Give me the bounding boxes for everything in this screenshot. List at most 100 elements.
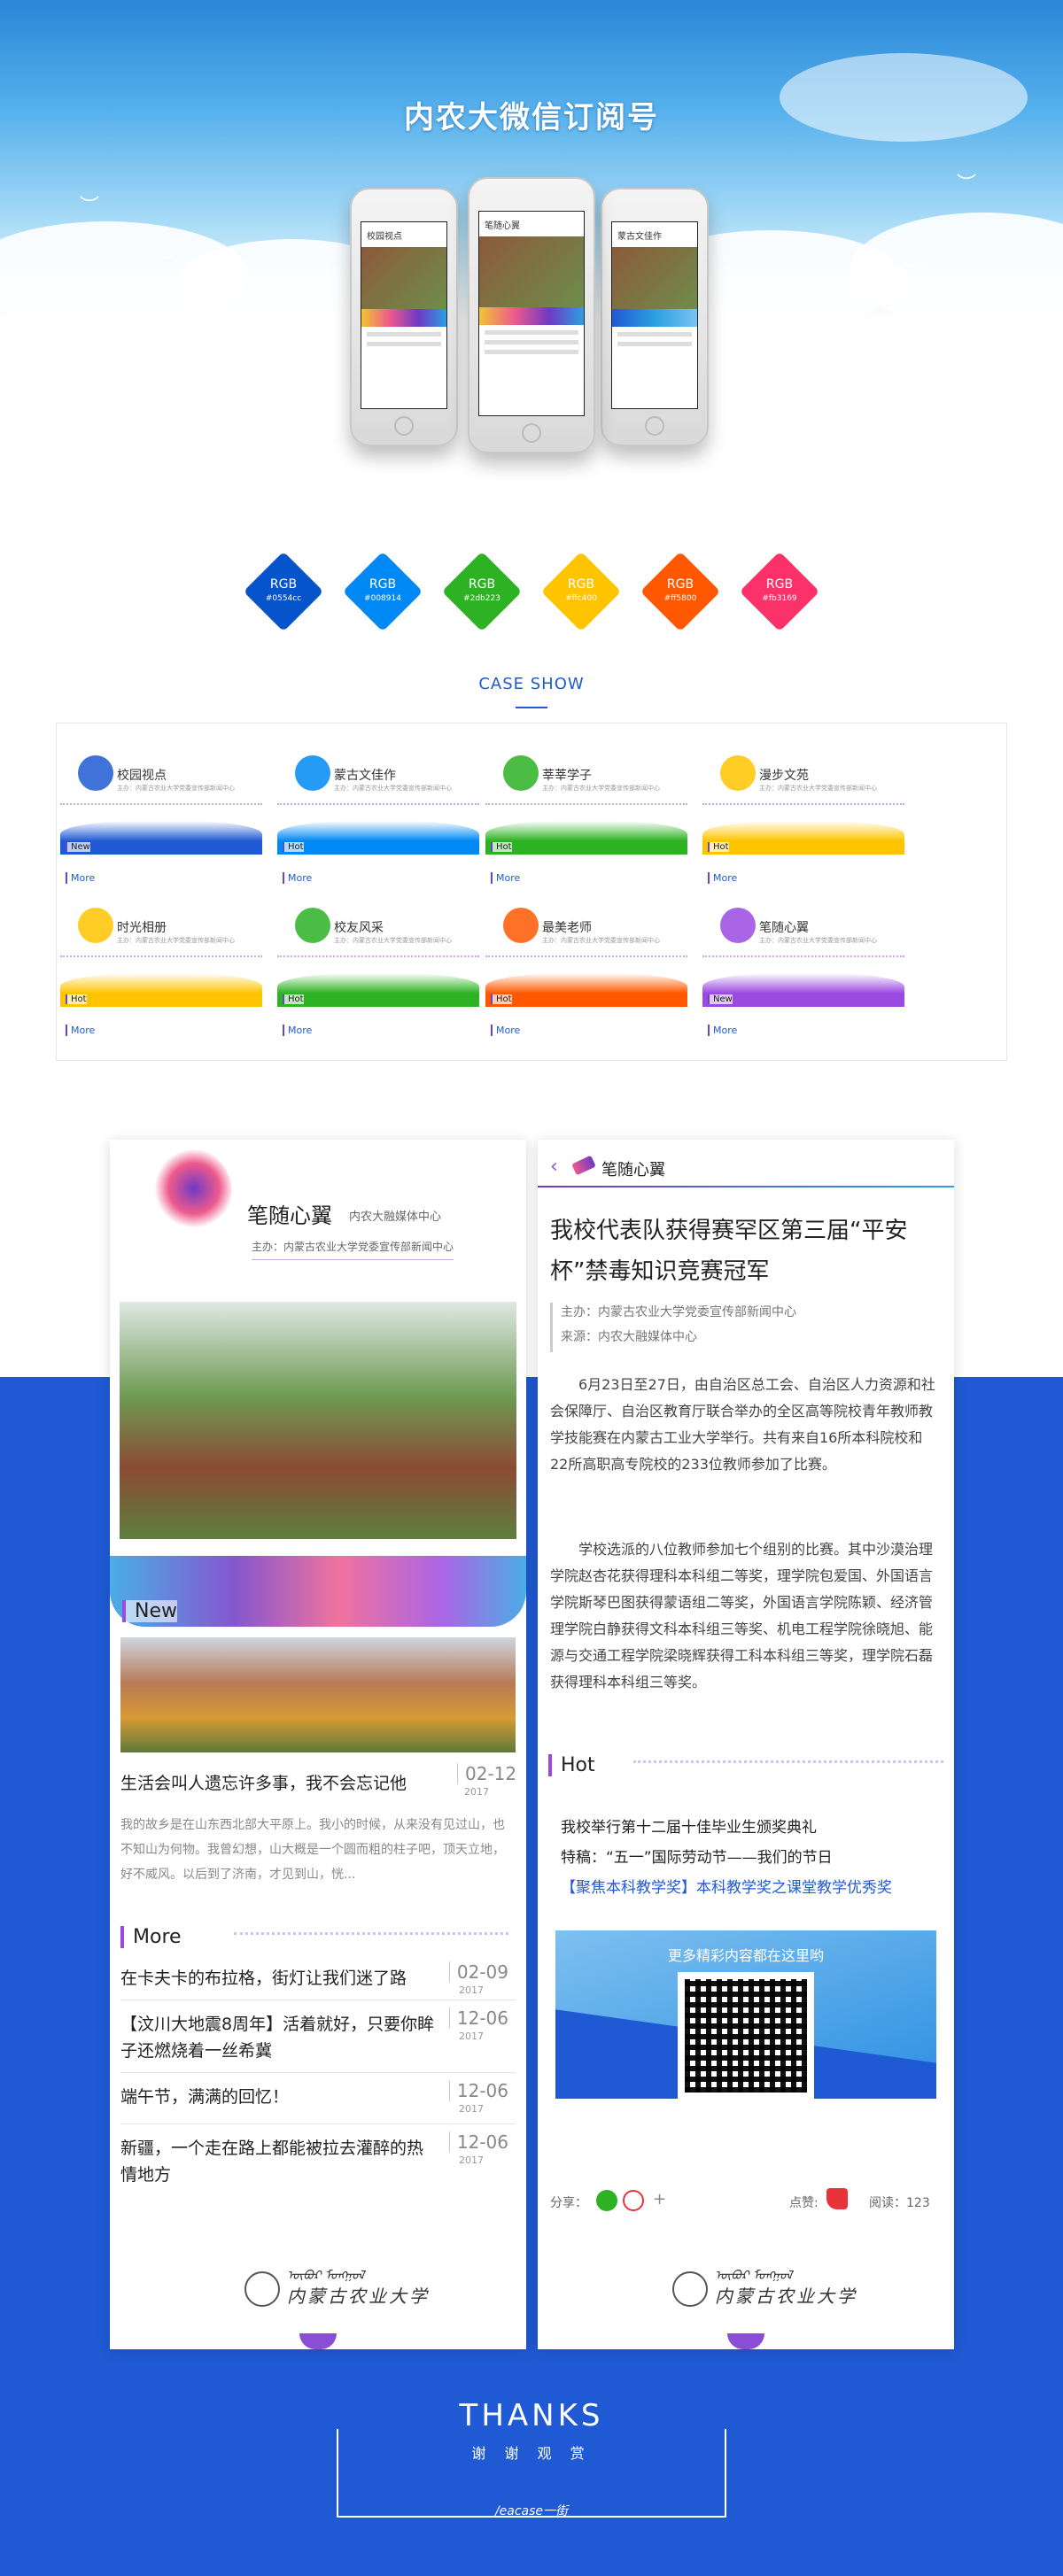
case-tag: Hot xyxy=(491,842,512,852)
case-more-link[interactable]: More xyxy=(491,872,520,884)
university-seal xyxy=(672,2271,708,2307)
phone-screen-title: 笔随心翼 xyxy=(485,221,520,231)
color-swatch-label: RGB #ff5800 xyxy=(640,577,720,603)
article-title: 我校代表队获得赛罕区第三届“平安杯”禁毒知识竞赛冠军 xyxy=(550,1218,908,1285)
list-item-title: 在卡夫卡的布拉格，街灯让我们迷了路 xyxy=(120,1969,407,1988)
add-share-icon[interactable]: + xyxy=(653,2190,666,2209)
weibo-icon[interactable] xyxy=(623,2190,644,2211)
case-art-band xyxy=(277,821,479,855)
case-card[interactable]: 最美老师 主办：内蒙古农业大学党委宣传部新闻中心 Hot More xyxy=(485,901,687,1042)
case-logo-icon xyxy=(503,908,539,943)
list-item[interactable]: 在卡夫卡的布拉格，街灯让我们迷了路 02-09 2017 xyxy=(120,1956,516,2000)
case-card[interactable]: 漫步文苑 主办：内蒙古农业大学党委宣传部新闻中心 Hot More xyxy=(702,748,904,890)
media-name: 内农大融媒体中心 xyxy=(349,1211,442,1224)
more-label[interactable]: More xyxy=(120,1926,182,1948)
list-item-date: 02-09 xyxy=(448,1961,508,1983)
case-logo-icon xyxy=(503,755,539,791)
share-label: 分享： xyxy=(550,2196,587,2210)
case-divider xyxy=(485,803,687,805)
case-more-link[interactable]: More xyxy=(66,1025,95,1036)
header-divider xyxy=(538,1186,954,1187)
bottom-ornament xyxy=(727,2333,764,2349)
case-card[interactable]: 校友风采 主办：内蒙古农业大学党委宣传部新闻中心 Hot More xyxy=(277,901,479,1042)
list-item[interactable]: 新疆，一个走在路上都能被拉去灌醉的热情地方 12-06 2017 xyxy=(120,2126,516,2197)
case-more-link[interactable]: More xyxy=(708,1025,737,1036)
case-host: 主办：内蒙古农业大学党委宣传部新闻中心 xyxy=(542,937,660,944)
case-card[interactable]: 校园视点 主办：内蒙古农业大学党委宣传部新闻中心 New More xyxy=(60,748,262,890)
color-swatch-label: RGB #ffc400 xyxy=(541,577,621,603)
bottom-ornament xyxy=(299,2333,337,2349)
case-host: 主办：内蒙古农业大学党委宣传部新闻中心 xyxy=(117,937,235,944)
thanks-subtitle: 谢 谢 观 赏 xyxy=(471,2445,592,2462)
hot-item[interactable]: 特稿：“五一”国际劳动节——我们的节日 xyxy=(561,1845,833,1867)
list-item-year: 2017 xyxy=(459,2154,484,2166)
case-art-band xyxy=(702,821,904,855)
case-card[interactable]: 蒙古文佳作主办：内蒙古农业大学党委宣传部新闻中心 Hot More xyxy=(277,748,479,890)
list-item-year: 2017 xyxy=(459,1984,484,1996)
color-swatch-label: RGB #fb3169 xyxy=(740,577,819,603)
bird-icon: ︶ xyxy=(155,253,175,275)
article-paragraph: 6月23日至27日，由自治区总工会、自治区人力资源和社会保障厅、自治区教育厅联合… xyxy=(550,1376,935,1473)
case-more-link[interactable]: More xyxy=(708,872,737,884)
list-item-year: 2017 xyxy=(459,2103,484,2115)
divider-wave xyxy=(633,1756,943,1763)
case-more-link[interactable]: More xyxy=(283,1025,312,1036)
footer-script: ᠦᠪᠦᠷ ᠮᠣᠩᠭᠣᠯ xyxy=(287,2269,365,2283)
case-card[interactable]: 莘莘学子 主办：内蒙古农业大学党委宣传部新闻中心 Hot More xyxy=(485,748,687,890)
footer-script: ᠦᠪᠦᠷ ᠮᠣᠩᠭᠣᠯ xyxy=(715,2269,793,2283)
case-more-link[interactable]: More xyxy=(66,872,95,884)
case-card[interactable]: 时光相册主办：内蒙古农业大学党委宣传部新闻中心 Hot More xyxy=(60,901,262,1042)
case-divider xyxy=(277,803,479,805)
divider-wave xyxy=(234,1928,508,1935)
read-count: 阅读：123 xyxy=(869,2196,930,2210)
case-divider xyxy=(702,955,904,957)
feature-title[interactable]: 生活会叫人遗忘许多事，我不会忘记他 xyxy=(120,1770,407,1794)
hero-title: 内农大微信订阅号 xyxy=(404,100,659,135)
back-icon[interactable]: ‹ xyxy=(550,1156,558,1178)
ink-splash-logo xyxy=(143,1137,245,1240)
hot-item[interactable]: 我校举行第十二届十佳毕业生颁奖典礼 xyxy=(561,1814,817,1837)
case-name: 校园视点 xyxy=(117,769,167,783)
case-logo-icon xyxy=(720,755,756,791)
case-card[interactable]: 笔随心翼 主办：内蒙古农业大学党委宣传部新闻中心 New More xyxy=(702,901,904,1042)
case-more-link[interactable]: More xyxy=(283,872,312,884)
swatch-rgb-label: RGB xyxy=(369,577,397,592)
article-paragraph: 学校选派的八位教师参加七个组别的比赛。其中沙漠治理学院赵杏花获得理科本科组二等奖… xyxy=(550,1541,934,1690)
case-logo-icon xyxy=(78,908,113,943)
wechat-icon[interactable] xyxy=(596,2190,617,2211)
swatch-rgb-label: RGB xyxy=(567,577,595,592)
article-source: 来源：内农大融媒体中心 xyxy=(561,1330,697,1344)
list-item[interactable]: 端午节，满满的回忆！ 12-06 2017 xyxy=(120,2075,516,2124)
case-show-grid: 校园视点 主办：内蒙古农业大学党委宣传部新闻中心 New More 蒙古文佳作 主办：内蒙… xyxy=(56,723,1007,1061)
case-tag: Hot xyxy=(66,994,87,1004)
campus-building-image xyxy=(120,1302,516,1539)
case-more-link[interactable]: More xyxy=(491,1025,520,1036)
case-tag: Hot xyxy=(283,842,304,852)
case-tag: Hot xyxy=(491,994,512,1004)
case-divider xyxy=(485,955,687,957)
feature-excerpt: 我的故乡是在山东西北部大平原上。我小的时候，从来没有见过山，也不知山为何物。我曾… xyxy=(120,1818,505,1882)
case-host: 主办：内蒙古农业大学党委宣传部新闻中心 xyxy=(334,785,452,792)
column-title: 笔随心翼 xyxy=(247,1203,332,1228)
swatch-hex: #fb3169 xyxy=(762,594,797,603)
hot-item[interactable]: 【聚焦本科教学奖】本科教学奖之课堂教学优秀奖 xyxy=(561,1875,892,1897)
swatch-rgb-label: RGB xyxy=(468,577,496,592)
column-logo-icon xyxy=(571,1155,596,1176)
phone-mockup-left: 校园视点 xyxy=(350,188,458,446)
phone-mockup-right: 蒙古文佳作 xyxy=(601,188,709,446)
list-item[interactable]: 【汶川大地震8周年】活着就好，只要你眸子还燃烧着一丝希冀 12-06 2017 xyxy=(120,2002,516,2073)
feature-year: 2017 xyxy=(464,1786,489,1798)
swatch-rgb-label: RGB xyxy=(666,577,694,592)
case-logo-icon xyxy=(78,755,113,791)
meta-bar xyxy=(550,1303,553,1352)
thumbs-up-icon[interactable] xyxy=(826,2188,848,2209)
thanks-title: THANKS xyxy=(459,2398,604,2433)
list-item-year: 2017 xyxy=(459,2031,484,2042)
feature-date: 02-12 xyxy=(457,1763,516,1784)
list-item-title: 【汶川大地震8周年】活着就好，只要你眸子还燃烧着一丝希冀 xyxy=(120,2015,435,2061)
case-name: 蒙古文佳作 xyxy=(334,769,396,783)
swatch-hex: #ff5800 xyxy=(663,594,697,603)
feature-image[interactable] xyxy=(120,1637,516,1752)
case-name: 时光相册 xyxy=(117,921,167,935)
case-art-band xyxy=(485,821,687,855)
